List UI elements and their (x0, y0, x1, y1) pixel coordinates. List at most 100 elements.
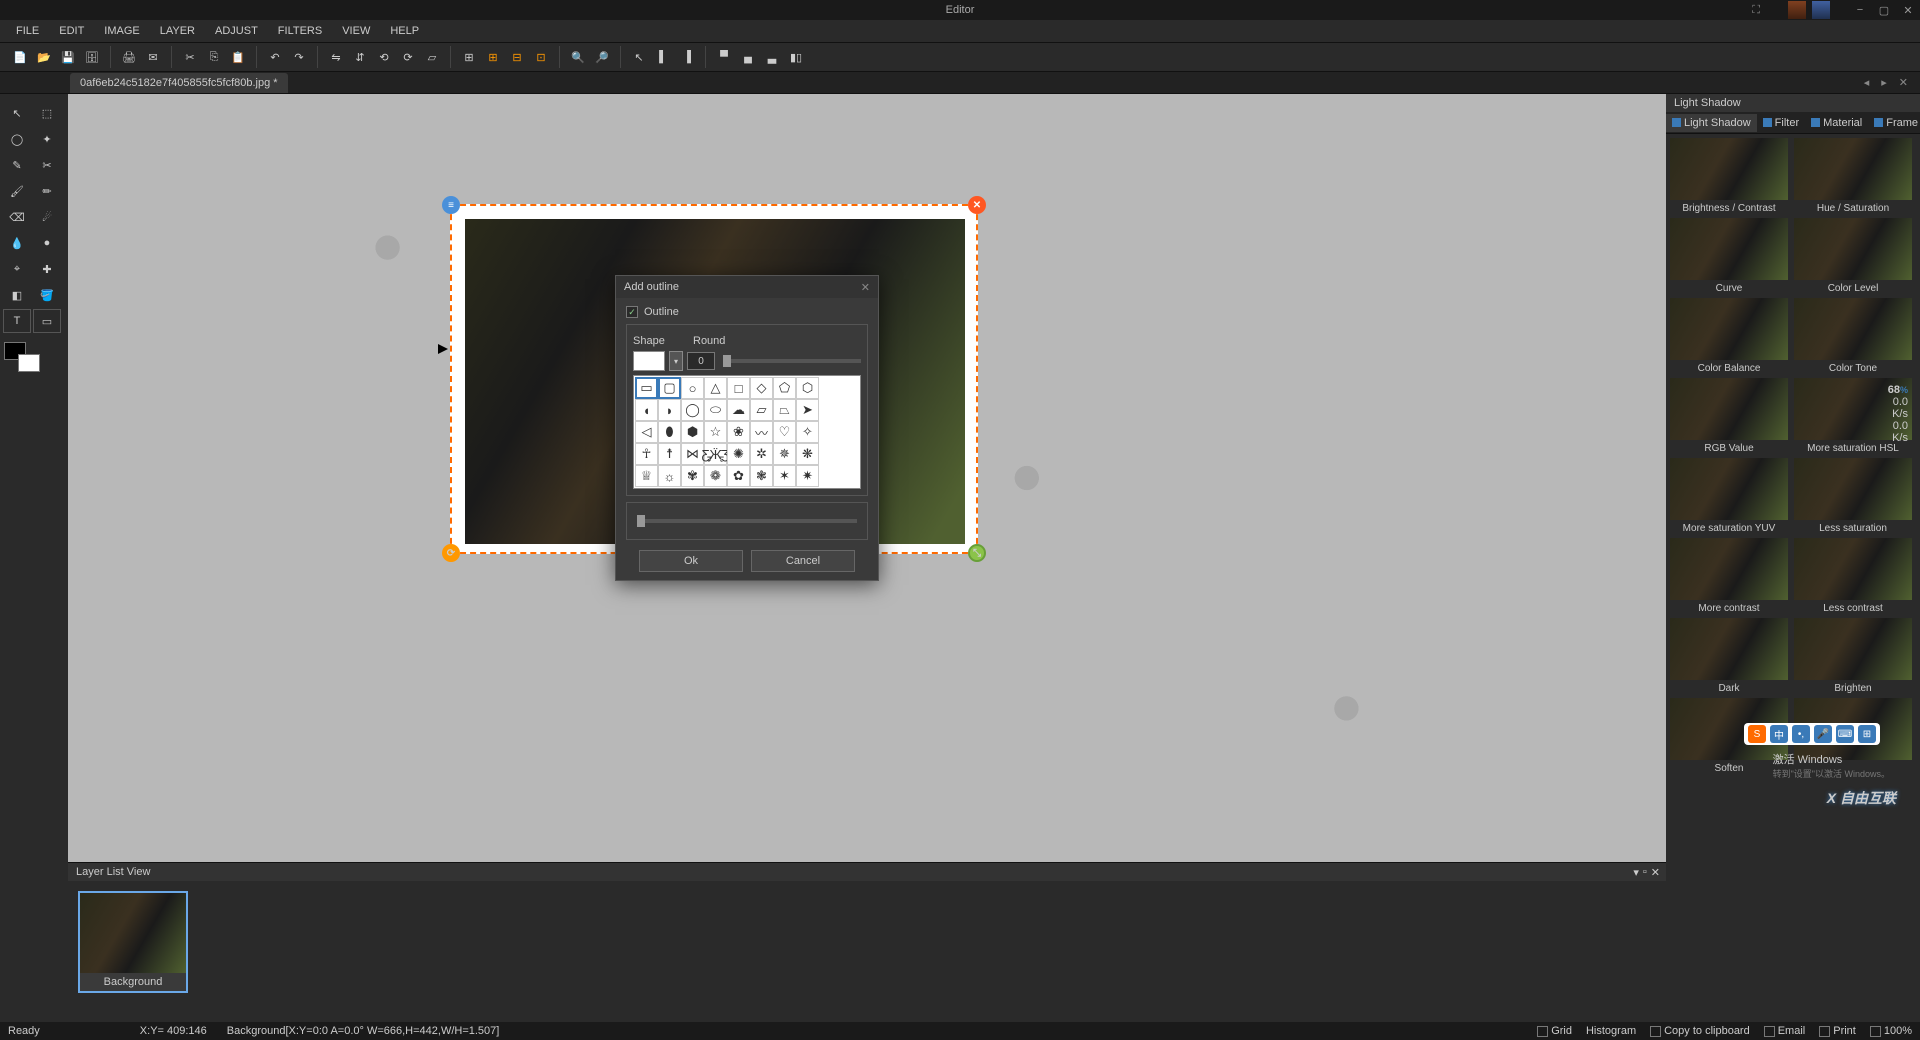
grid-b-icon[interactable]: ⊟ (507, 47, 527, 67)
selection-handle-resize[interactable]: ⤡ (968, 544, 986, 562)
pencil-tool[interactable]: ✏ (34, 180, 60, 202)
brush-tool[interactable]: 🖌 (4, 180, 30, 202)
shape-blob8[interactable]: ❃ (750, 465, 773, 487)
align-top-icon[interactable]: ▀ (714, 47, 734, 67)
status-print[interactable]: Print (1819, 1025, 1856, 1037)
shape-star6[interactable]: ✧ (796, 421, 819, 443)
shape-person[interactable]: ☥ (635, 443, 658, 465)
shape-blob9[interactable]: ✶ (773, 465, 796, 487)
save-icon[interactable]: 💾 (58, 47, 78, 67)
shape-rect[interactable]: ▭ (635, 377, 658, 399)
effect-item[interactable]: Less saturation (1794, 458, 1912, 536)
effect-item[interactable]: Color Tone (1794, 298, 1912, 376)
shape-blob1[interactable]: ◗ (658, 399, 681, 421)
shape-selected-preview[interactable] (633, 351, 665, 371)
menu-help[interactable]: HELP (382, 23, 427, 39)
shape-triangle[interactable]: △ (704, 377, 727, 399)
shape-cloud[interactable]: ☁ (727, 399, 750, 421)
shape-bow[interactable]: ⋈ (681, 443, 704, 465)
shape-oval[interactable]: ◯ (681, 399, 704, 421)
layer-dropdown-icon[interactable]: ▾ (1633, 866, 1639, 879)
ime-mic[interactable]: 🎤 (1814, 725, 1832, 743)
align-center-icon[interactable]: ▐ (677, 47, 697, 67)
eraser-tool[interactable]: ⌫ (4, 206, 30, 228)
selection-handle-menu[interactable]: ≡ (442, 196, 460, 214)
close-tab-icon[interactable]: ✕ (1895, 76, 1912, 89)
flip-v-icon[interactable]: ⇵ (350, 47, 370, 67)
effect-item[interactable]: More saturation YUV (1670, 458, 1788, 536)
shape-wave[interactable]: 〰 (750, 421, 773, 443)
expand-icon[interactable]: ⛶ (1752, 4, 1760, 17)
pen-tool[interactable]: ✎ (4, 154, 30, 176)
print-icon[interactable]: 🖨 (119, 47, 139, 67)
grid-c-icon[interactable]: ⊡ (531, 47, 551, 67)
crop-tool[interactable]: ✂ (34, 154, 60, 176)
shape-heart[interactable]: ♡ (773, 421, 796, 443)
shape-blob2[interactable]: ⬮ (658, 421, 681, 443)
ime-logo[interactable]: S (1748, 725, 1766, 743)
effect-item[interactable]: RGB Value (1670, 378, 1788, 456)
dialog-titlebar[interactable]: Add outline ✕ (616, 276, 878, 298)
paste-icon[interactable]: 📋 (228, 47, 248, 67)
skew-icon[interactable]: ▱ (422, 47, 442, 67)
layer-close-icon[interactable]: ✕ (1651, 866, 1660, 879)
zoom-out-icon[interactable]: 🔎 (592, 47, 612, 67)
shape-blob7[interactable]: ✿ (727, 465, 750, 487)
effect-item[interactable]: Brighten (1794, 618, 1912, 696)
open-icon[interactable]: 📂 (34, 47, 54, 67)
maximize-button[interactable]: ▢ (1872, 0, 1896, 20)
shape-blob10[interactable]: ✷ (796, 465, 819, 487)
rotate-left-icon[interactable]: ⟲ (374, 47, 394, 67)
selection-handle-close[interactable]: ✕ (968, 196, 986, 214)
shape-arrow[interactable]: ➤ (796, 399, 819, 421)
ime-bar[interactable]: S 中 •, 🎤 ⌨ ⊞ (1744, 723, 1880, 745)
menu-adjust[interactable]: ADJUST (207, 23, 266, 39)
text-tool[interactable]: T (4, 310, 30, 332)
shape-blob4[interactable]: ☼ (658, 465, 681, 487)
extra-slider[interactable] (637, 519, 857, 523)
layer-min-icon[interactable]: ▫ (1643, 866, 1647, 879)
background-color[interactable] (18, 354, 40, 372)
shape-star5[interactable]: ☆ (704, 421, 727, 443)
cut-icon[interactable]: ✂ (180, 47, 200, 67)
align-middle-icon[interactable]: ▄ (738, 47, 758, 67)
shape-pentagon[interactable]: ⬠ (773, 377, 796, 399)
shape-poly[interactable]: ⬢ (681, 421, 704, 443)
status-grid[interactable]: Grid (1537, 1025, 1572, 1037)
undo-icon[interactable]: ↶ (265, 47, 285, 67)
shape-splat3[interactable]: ✵ (773, 443, 796, 465)
pointer-icon[interactable]: ↖ (629, 47, 649, 67)
shape-splat[interactable]: ✺ (727, 443, 750, 465)
new-icon[interactable]: 📄 (10, 47, 30, 67)
round-input[interactable] (687, 352, 715, 370)
email-icon[interactable]: ✉ (143, 47, 163, 67)
shape-trap[interactable]: ⏢ (773, 399, 796, 421)
document-tab[interactable]: 0af6eb24c5182e7f405855fc5fcf80b.jpg * (70, 73, 288, 93)
menu-view[interactable]: VIEW (334, 23, 378, 39)
recent-thumb-2[interactable] (1812, 1, 1830, 19)
shape-dropdown-button[interactable]: ▾ (669, 351, 683, 371)
grid-a-icon[interactable]: ⊞ (483, 47, 503, 67)
shape-butterfly[interactable]: Ƹ̵̡Ӝ̵̨̄Ʒ (704, 443, 727, 465)
marquee-tool[interactable]: ⬚ (34, 102, 60, 124)
flip-h-icon[interactable]: ⇋ (326, 47, 346, 67)
rotate-right-icon[interactable]: ⟳ (398, 47, 418, 67)
shape-diamond[interactable]: ◇ (750, 377, 773, 399)
effect-item[interactable]: Color Level (1794, 218, 1912, 296)
shape-blob6[interactable]: ❁ (704, 465, 727, 487)
blur-tool[interactable]: ● (34, 232, 60, 254)
effect-item[interactable]: Hue / Saturation (1794, 138, 1912, 216)
close-button[interactable]: ✕ (1896, 0, 1920, 20)
eyedropper-tool[interactable]: 💧 (4, 232, 30, 254)
selection-handle-rotate[interactable]: ⟳ (442, 544, 460, 562)
outline-checkbox[interactable]: ✓ (626, 306, 638, 318)
shape-circle[interactable]: ○ (681, 377, 704, 399)
shape-egg[interactable]: ⬭ (704, 399, 727, 421)
shape-crown[interactable]: ♕ (635, 465, 658, 487)
shape-blob5[interactable]: ✾ (681, 465, 704, 487)
lasso-tool[interactable]: ◯ (4, 128, 30, 150)
ime-grid[interactable]: ⊞ (1858, 725, 1876, 743)
ime-punct[interactable]: •, (1792, 725, 1810, 743)
slider-thumb[interactable] (723, 355, 731, 367)
bucket-tool[interactable]: 🪣 (34, 284, 60, 306)
